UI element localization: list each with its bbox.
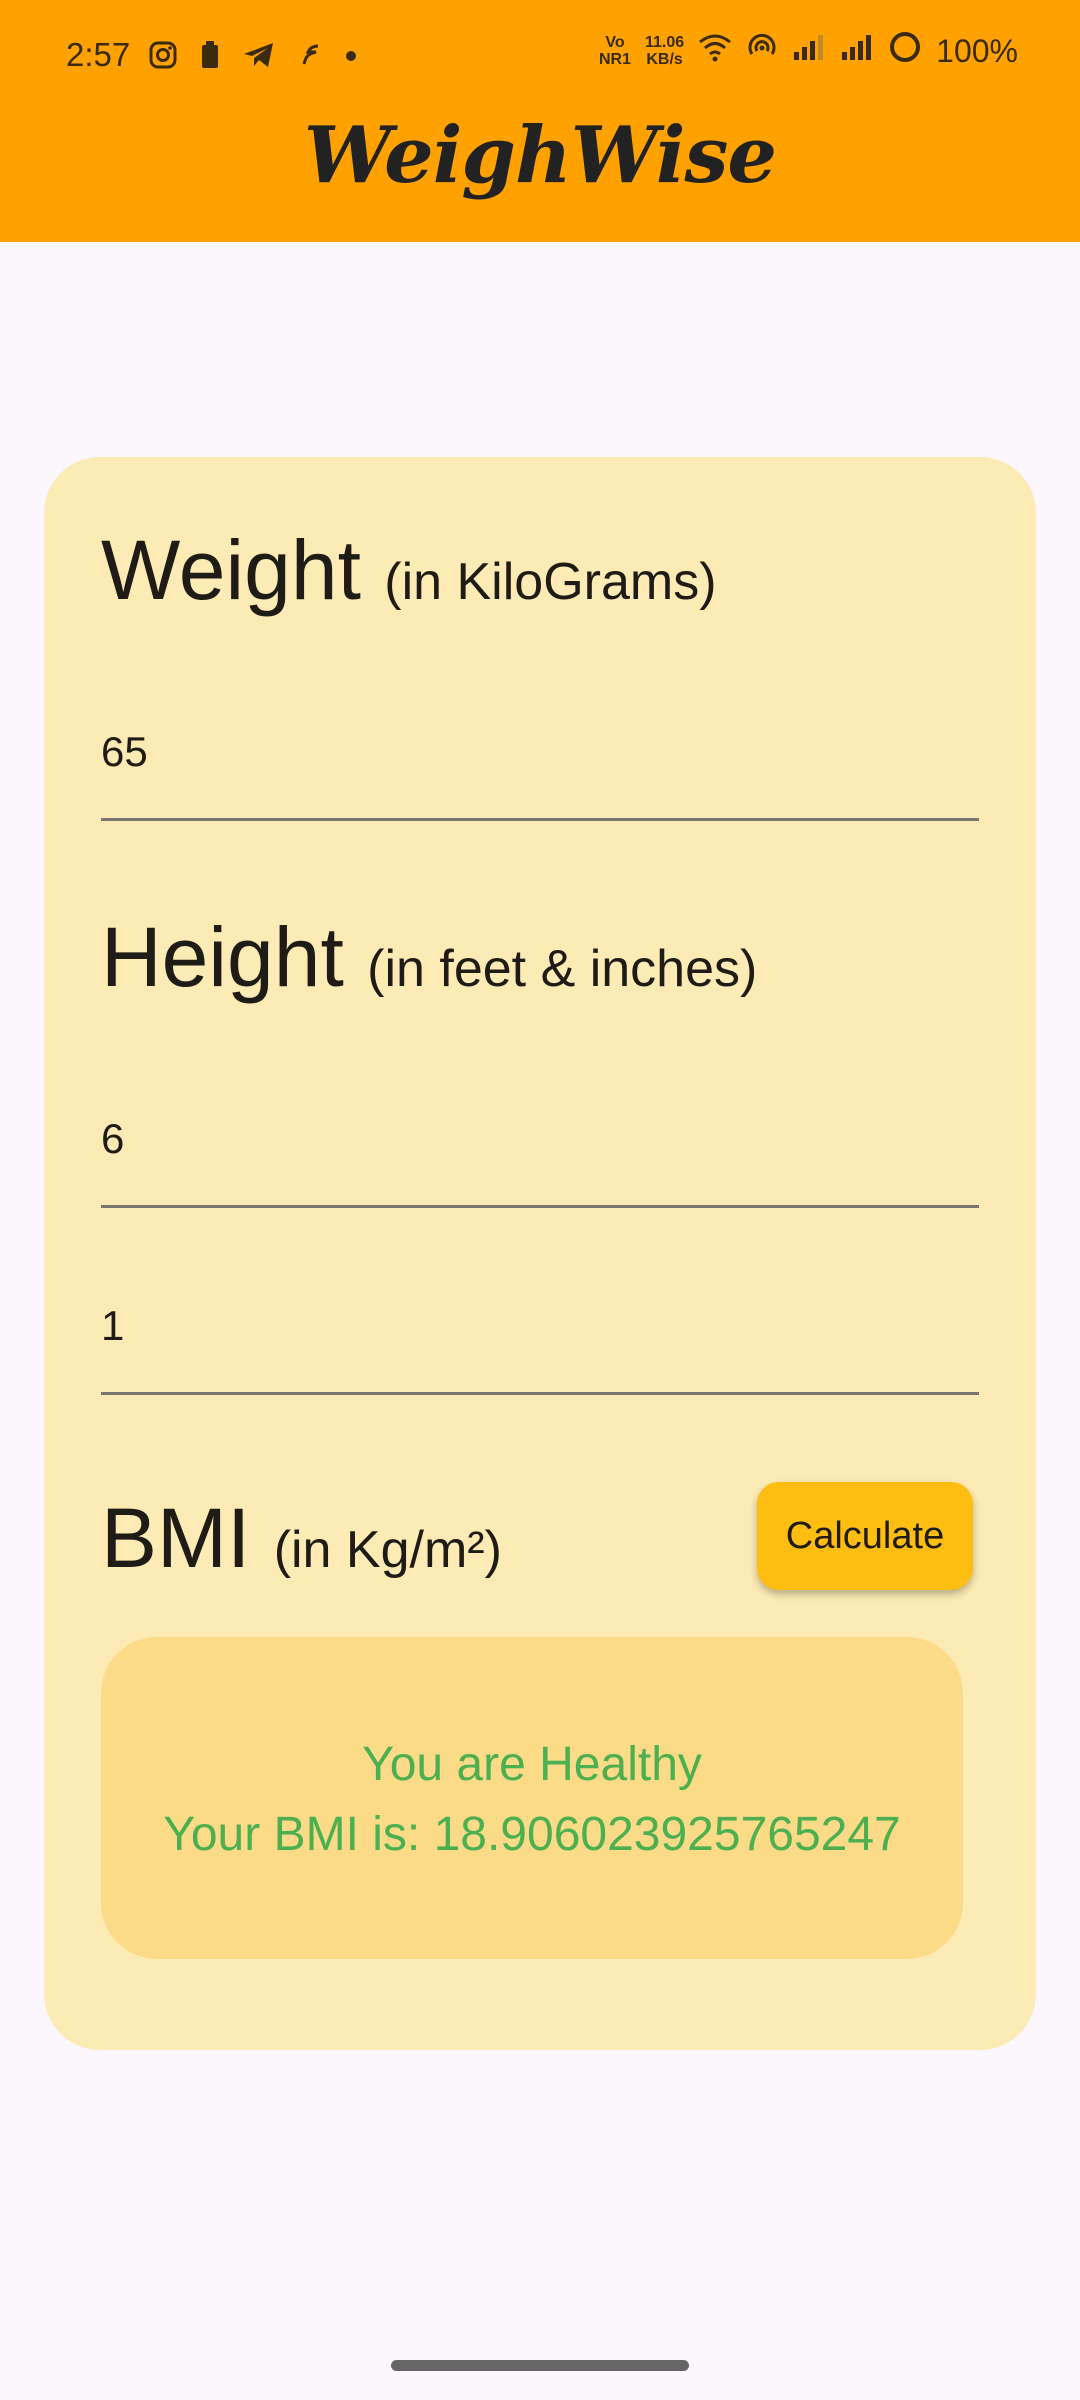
weight-input[interactable]: 65 — [101, 728, 979, 821]
gesture-home-bar[interactable] — [391, 2360, 689, 2371]
bmi-result-box: You are Healthy Your BMI is: 18.90602392… — [101, 1637, 963, 1959]
bmi-label: BMI — [101, 1491, 251, 1585]
health-status-text: You are Healthy — [362, 1738, 702, 1791]
status-bar: 2:57 Vo NR1 11.06 KB/s 100% — [0, 0, 1080, 112]
height-feet-value: 6 — [101, 1115, 125, 1162]
telegram-icon — [242, 40, 276, 78]
app-title: WeighWise — [303, 110, 777, 201]
notification-icons — [148, 40, 358, 78]
app-bar: 2:57 Vo NR1 11.06 KB/s 100% WeighWise — [0, 0, 1080, 242]
calculate-button[interactable]: Calculate — [757, 1482, 973, 1590]
hotspot-icon — [746, 32, 778, 70]
volte-indicator: Vo NR1 — [598, 34, 631, 68]
height-inches-value: 1 — [101, 1302, 125, 1349]
signal-sim2-icon — [840, 32, 874, 70]
wifi-icon — [698, 32, 732, 70]
bmi-unit: (in Kg/m²) — [273, 1521, 502, 1579]
battery-icon — [888, 30, 922, 72]
height-heading: Height (in feet & inches) — [101, 909, 757, 1006]
network-speed: 11.06 KB/s — [645, 34, 685, 68]
height-feet-input[interactable]: 6 — [101, 1115, 979, 1208]
battery-percent: 100% — [936, 32, 1018, 69]
instagram-icon — [148, 40, 178, 78]
height-label: Height — [101, 910, 344, 1004]
weight-label: Weight — [101, 523, 361, 617]
bmi-heading: BMI (in Kg/m²) — [101, 1490, 502, 1587]
height-unit: (in feet & inches) — [367, 940, 758, 998]
system-icons: Vo NR1 11.06 KB/s 100% — [599, 30, 1018, 72]
signal-sim1-icon — [792, 32, 826, 70]
weight-unit: (in KiloGrams) — [384, 553, 717, 611]
battery-saver-icon — [200, 40, 220, 78]
height-inches-input[interactable]: 1 — [101, 1302, 979, 1395]
bmi-result-text: Your BMI is: 18.906023925765247 — [163, 1808, 901, 1861]
more-notifications-dot-icon — [344, 40, 358, 78]
weight-heading: Weight (in KiloGrams) — [101, 522, 717, 619]
status-time: 2:57 — [66, 36, 131, 73]
weight-input-value: 65 — [101, 728, 148, 775]
app-notification-icon — [298, 40, 322, 78]
